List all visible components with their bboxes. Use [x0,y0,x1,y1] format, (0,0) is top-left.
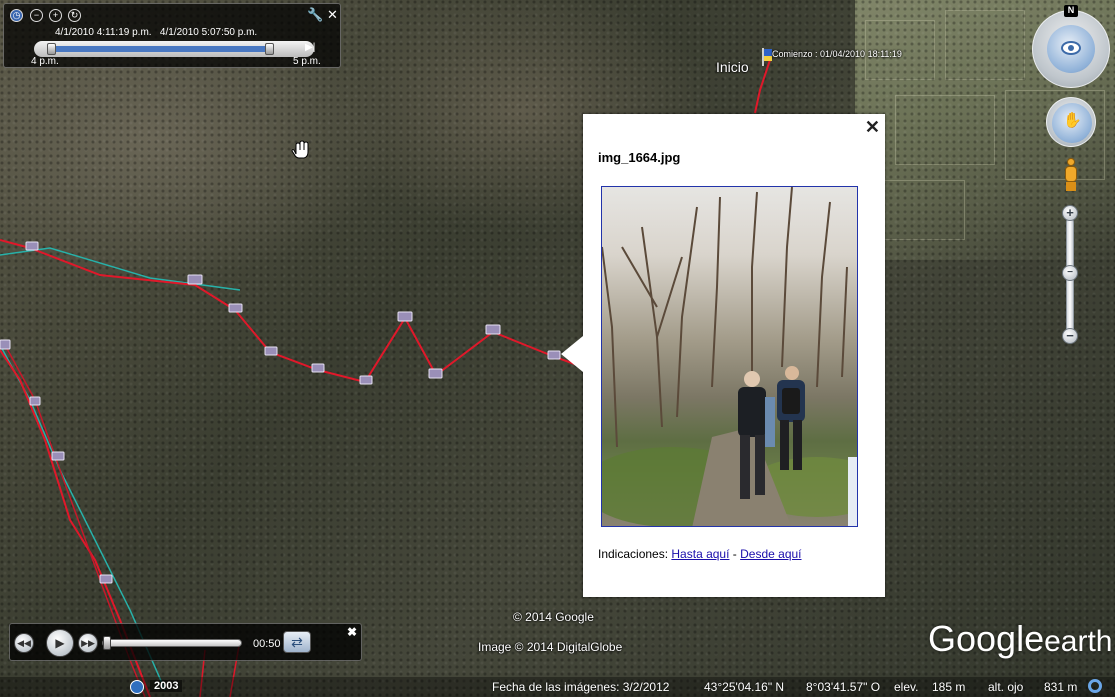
directions-from-here-link[interactable]: Desde aquí [740,547,801,561]
time-range-fill [51,46,269,52]
move-joystick[interactable]: ✋ [1052,103,1092,143]
photo-marker [311,363,325,373]
zoom-handle[interactable]: − [1062,265,1078,281]
look-joystick[interactable] [1047,25,1095,73]
copyright-google: © 2014 Google [513,610,594,624]
zoom-out-button[interactable]: − [1062,328,1078,344]
zoom-fit-time-icon[interactable]: ↻ [68,9,81,22]
fast-forward-button[interactable]: ▶▶ [78,633,98,653]
directions-links: Indicaciones: Hasta aquí - Desde aquí [598,547,802,561]
photo-marker [397,311,413,322]
close-balloon-button[interactable]: ✕ [865,117,880,138]
latitude: 43°25'04.16" N [704,680,785,694]
photo-marker [359,375,373,385]
photo-marker [29,396,41,406]
tick-start-label: 4 p.m. [31,56,59,67]
directions-to-here-link[interactable]: Hasta aquí [671,547,729,561]
clock-icon[interactable]: ◷ [10,9,23,22]
time-handle-end[interactable] [265,43,274,55]
hand-cursor-icon [291,140,309,159]
hikers-in-forest-image [602,187,857,526]
wrench-icon[interactable]: 🔧 [307,7,323,23]
balloon-photo [601,186,858,527]
photo-marker [0,339,11,350]
balloon-pointer [561,336,583,372]
elevation-value: 185 m [932,680,966,694]
photo-marker [99,574,113,584]
copyright-imagery: Image © 2014 DigitalGlobe [478,640,623,654]
north-label[interactable]: N [1064,5,1078,17]
balloon-title: img_1664.jpg [598,150,681,165]
eye-altitude-value: 831 m [1044,680,1078,694]
red-track-main [0,239,581,384]
photo-marker [547,350,561,360]
longitude: 8°03'41.57" O [806,680,881,694]
photo-marker [228,303,243,313]
track-overlay [0,48,772,697]
photo-markers [0,241,561,584]
time-range-text: 4/1/2010 4:11:19 p.m. 4/1/2010 5:07:50 p… [55,27,258,38]
directions-separator: - [732,547,737,561]
photo-marker [428,368,443,379]
photo-marker [187,274,203,285]
hiker-figure [777,366,805,470]
loop-button[interactable]: ⇄ [283,631,311,653]
tick-end-label: 5 p.m. [293,56,321,67]
elevation-label: elev. [894,680,919,694]
google-earth-logo: Googleearth [928,618,1113,659]
start-caption: Comienzo : 01/04/2010 18:11:19 [772,49,902,59]
rewind-button[interactable]: ◀◀ [14,633,34,653]
close-tour-button[interactable]: ✖ [347,625,357,639]
time-handle-start[interactable] [47,43,56,55]
zoom-in-button[interactable]: + [1062,205,1078,221]
tour-progress-knob[interactable] [103,636,111,650]
play-button[interactable]: ▶ [46,629,74,657]
close-slider-icon[interactable]: ✕ [327,7,338,23]
directions-label: Indicaciones: [598,547,669,561]
zoom-out-time-icon[interactable]: − [30,9,43,22]
photo-marker [25,241,39,251]
start-label[interactable]: Inicio [716,59,749,75]
placemark-balloon: ✕ img_1664.jpg Indicaciones: Hasta aquí … [561,114,885,597]
tour-time: 00:50 [253,638,281,650]
start-flag-icon [762,48,772,66]
time-slider[interactable]: ◷ − + ↻ 🔧 ✕ 4/1/2010 4:11:19 p.m. 4/1/20… [3,3,341,68]
time-track[interactable] [34,41,314,57]
streaming-status-icon [1088,679,1102,693]
red-track-start [754,59,771,114]
step-forward-icon[interactable]: ▶| [305,42,315,53]
cyan-track [0,247,241,291]
photo-marker [264,346,278,356]
imagery-date: Fecha de las imágenes: 3/2/2012 [492,680,670,694]
tour-progress-bar[interactable] [102,639,242,647]
photo-marker [51,451,65,461]
eye-icon [1061,41,1081,55]
hand-move-icon: ✋ [1063,112,1082,129]
street-view-pegman-icon[interactable] [1063,158,1079,192]
imagery-year[interactable]: 2003 [150,680,183,692]
look-control[interactable]: N [1032,5,1110,88]
tour-player[interactable]: ◀◀ ▶ ▶▶ 00:50 ⇄ ✖ [9,623,362,661]
move-control[interactable]: ✋ [1046,97,1096,147]
zoom-in-time-icon[interactable]: + [49,9,62,22]
eye-altitude-label: alt. ojo [988,680,1024,694]
status-bar: 2003 Fecha de las imágenes: 3/2/2012 43°… [0,677,1115,697]
historical-imagery-icon[interactable] [130,680,144,694]
photo-marker [485,324,501,335]
